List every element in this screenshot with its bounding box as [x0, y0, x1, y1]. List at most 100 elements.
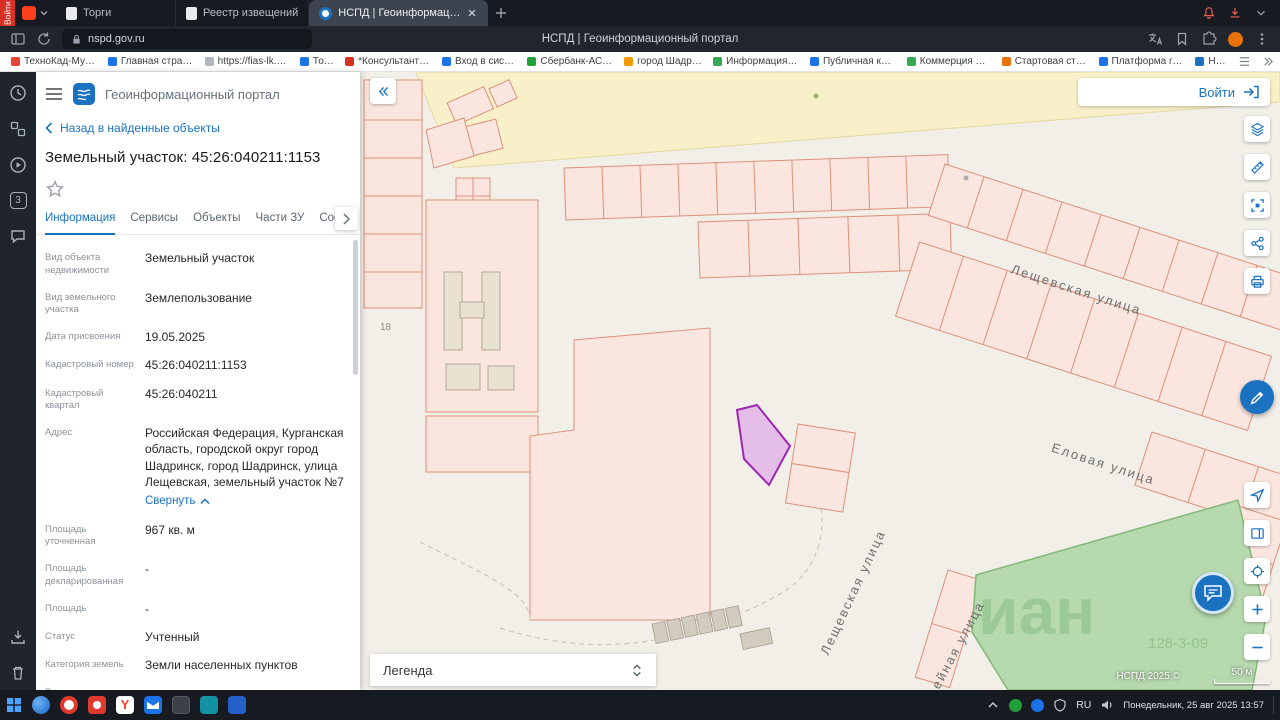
taskbar-browser-icon[interactable] — [32, 696, 50, 714]
messenger-chat-icon[interactable] — [9, 227, 27, 245]
browser-menu-icon[interactable] — [1254, 31, 1270, 47]
bookmark-item[interactable]: Информация о р… — [708, 54, 804, 70]
map-canvas[interactable]: 18 иан 128-3-09 Лещевская улица Еловая у… — [360, 72, 1280, 690]
browser-sync-login-ribbon[interactable]: Войти — [0, 0, 15, 26]
tab-obekty[interactable]: Объекты — [193, 212, 240, 234]
bookmark-flag-icon[interactable] — [1174, 31, 1190, 47]
bookmark-favicon — [1195, 57, 1205, 66]
layers-icon — [1250, 122, 1264, 136]
attribute-value: - — [145, 562, 149, 577]
share-button[interactable] — [1244, 230, 1270, 256]
collections-icon[interactable] — [9, 120, 27, 138]
pencil-icon — [1249, 391, 1263, 405]
legend-toggle[interactable]: Легенда — [370, 654, 656, 686]
collapse-panel-button[interactable] — [370, 78, 396, 104]
keyboard-language[interactable]: RU — [1076, 699, 1091, 711]
notifications-icon[interactable] — [1202, 6, 1216, 20]
parcel-block-left-strip[interactable] — [363, 79, 423, 309]
bookmark-item[interactable]: Сбербанк-АСТ - … — [522, 54, 618, 70]
panel-view-button[interactable] — [1244, 520, 1270, 546]
reload-icon[interactable] — [36, 31, 52, 47]
back-link[interactable]: Назад в найденные объекты — [36, 113, 360, 137]
new-tab-button[interactable] — [488, 0, 514, 26]
tabs-count-badge[interactable]: 3 — [9, 192, 27, 209]
taskbar-clock[interactable]: Понедельник, 25 авг 2025 13:57 — [1123, 700, 1264, 711]
measure-button[interactable] — [1244, 154, 1270, 180]
find-coordinates-button[interactable] — [1244, 558, 1270, 584]
nspd-logo[interactable] — [73, 83, 95, 105]
bookmark-label: Торги — [312, 56, 334, 67]
parcel-block-left-large[interactable] — [425, 199, 539, 473]
volume-icon[interactable] — [1100, 698, 1114, 712]
bookmark-item[interactable]: *КонсультантПлю… — [340, 54, 436, 70]
tabs-menu-chevron-icon[interactable] — [1254, 6, 1268, 20]
star-favorite-icon[interactable] — [45, 179, 65, 199]
extent-button[interactable] — [1244, 192, 1270, 218]
bookmark-item[interactable]: Главная страниц… — [103, 54, 199, 70]
bookmark-item[interactable]: Торги — [295, 54, 339, 70]
zoom-out-button[interactable] — [1244, 634, 1270, 660]
taskbar-app-icon[interactable] — [88, 696, 106, 714]
trash-icon[interactable] — [9, 664, 27, 682]
tab-nspd-active[interactable]: НСПД | Геоинформац… — [309, 0, 489, 26]
close-tab-icon[interactable] — [466, 7, 478, 19]
tab-chasti-zu[interactable]: Части ЗУ — [256, 212, 305, 234]
bookmark-item[interactable]: Публичная кадас… — [805, 54, 901, 70]
tray-expand-icon[interactable] — [986, 698, 1000, 712]
start-button[interactable] — [6, 697, 22, 713]
tabs-scroll-right-button[interactable] — [335, 207, 358, 230]
taskbar-mail-icon[interactable] — [144, 696, 162, 714]
system-tray: RU Понедельник, 25 авг 2025 13:57 — [986, 696, 1274, 714]
url-field[interactable]: nspd.gov.ru — [62, 29, 312, 49]
taskbar-app-icon[interactable] — [228, 696, 246, 714]
panel-scrollbar[interactable] — [353, 240, 358, 375]
bookmark-item[interactable]: город Шадринск — [619, 54, 707, 70]
taskbar-app-icon[interactable] — [60, 696, 78, 714]
shield-icon[interactable] — [1053, 698, 1067, 712]
print-icon — [1250, 275, 1264, 288]
bookmark-item[interactable]: Коммерция МО… — [902, 54, 996, 70]
bookmark-item[interactable]: Вход в систему — [437, 54, 521, 70]
bookmark-label: Сбербанк-АСТ - … — [540, 56, 613, 67]
print-button[interactable] — [1244, 268, 1270, 294]
bookmark-item[interactable]: НСПД — [1190, 54, 1237, 70]
draw-tool-fab[interactable] — [1240, 380, 1274, 414]
tab-reestr[interactable]: Реестр извещений — [176, 0, 310, 26]
browser-avatar[interactable] — [1228, 31, 1243, 47]
taskbar-terminal-icon[interactable] — [172, 696, 190, 714]
bookmark-item[interactable]: ТехноКад-Муниц… — [6, 54, 102, 70]
map-logo-icon — [77, 89, 91, 101]
zoom-in-button[interactable] — [1244, 596, 1270, 622]
extensions-puzzle-icon[interactable] — [1201, 31, 1217, 47]
tab-torgi[interactable]: Торги — [56, 0, 176, 26]
bookmark-label: Платформа госуд… — [1111, 56, 1185, 67]
bookmark-item[interactable]: https://fias-lk.nal… — [200, 54, 294, 70]
bookmarks-overflow-icon[interactable] — [1261, 55, 1274, 68]
layers-button[interactable] — [1244, 116, 1270, 142]
taskbar-app-icon[interactable] — [200, 696, 218, 714]
locate-me-button[interactable] — [1244, 482, 1270, 508]
parcels-near-selected[interactable] — [784, 423, 856, 513]
downloads-tabstrip-icon[interactable] — [1228, 6, 1242, 20]
bookmark-item[interactable]: Платформа госуд… — [1094, 54, 1190, 70]
side-panels-icon[interactable] — [10, 31, 26, 47]
collapse-address-link[interactable]: Свернуть — [145, 494, 210, 510]
chat-support-fab[interactable] — [1192, 572, 1234, 614]
tab-informaciya[interactable]: Информация — [45, 212, 116, 235]
browser-profile-button[interactable] — [15, 0, 56, 26]
tray-app-icon[interactable] — [1009, 698, 1023, 712]
menu-hamburger-icon[interactable] — [45, 87, 63, 101]
history-clock-icon[interactable] — [9, 84, 27, 102]
attribute-value: Российская Федерация, Курганская область… — [145, 425, 346, 509]
video-play-icon[interactable] — [9, 156, 27, 174]
map-login-button[interactable]: Войти — [1078, 78, 1270, 106]
taskbar-yandex-icon[interactable] — [116, 696, 134, 714]
translate-icon[interactable] — [1147, 31, 1163, 47]
bookmarks-list-icon[interactable] — [1238, 55, 1251, 68]
object-info-panel: Геоинформационный портал Назад в найденн… — [36, 72, 360, 690]
tray-app-icon[interactable] — [1031, 698, 1045, 712]
bookmark-item[interactable]: Стартовая стран… — [997, 54, 1093, 70]
downloads-tray-icon[interactable] — [9, 628, 27, 646]
attribute-label: Площадь — [45, 602, 87, 614]
tab-servisy[interactable]: Сервисы — [130, 212, 178, 234]
